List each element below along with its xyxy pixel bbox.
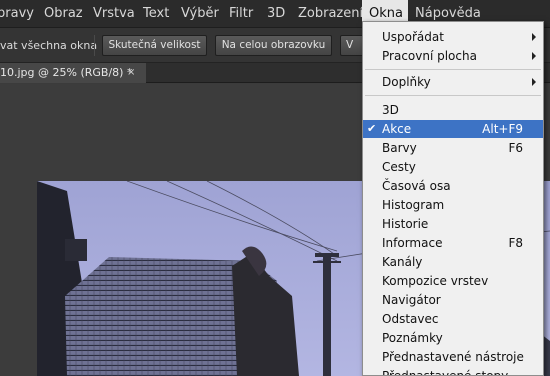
- menu-item-navigator[interactable]: Navigátor: [363, 291, 543, 309]
- menu-filtr[interactable]: Filtr: [229, 0, 253, 28]
- submenu-arrow-icon: [532, 33, 536, 41]
- close-icon[interactable]: ×: [127, 63, 135, 83]
- menu-item-barvy[interactable]: Barvy F6: [363, 139, 543, 157]
- menu-obrazy-partial[interactable]: bravy: [0, 0, 34, 28]
- menu-item-kanaly[interactable]: Kanály: [363, 253, 543, 271]
- checkmark-icon: ✔: [367, 122, 377, 135]
- document-tab-title: 10.jpg @ 25% (RGB/8) *: [0, 66, 133, 79]
- fit-all-windows-label[interactable]: vat všechna okna: [0, 28, 97, 63]
- menu-item-kompozice-vrstev[interactable]: Kompozice vrstev: [363, 272, 543, 290]
- menu-item-doplnky[interactable]: Doplňky: [363, 73, 543, 91]
- menu-separator: [365, 95, 541, 96]
- submenu-arrow-icon: [532, 52, 536, 60]
- menu-item-prednastavene-nastroje[interactable]: Přednastavené nástroje: [363, 348, 543, 366]
- menu-separator: [365, 69, 541, 70]
- menu-item-informace[interactable]: Informace F8: [363, 234, 543, 252]
- shortcut-barvy: F6: [508, 141, 523, 155]
- okna-dropdown-menu: Uspořádat Pracovní plocha Doplňky 3D ✔ A…: [362, 21, 544, 376]
- menu-vrstva[interactable]: Vrstva: [93, 0, 135, 28]
- options-divider: [94, 35, 95, 56]
- menu-item-akce[interactable]: ✔ Akce Alt+F9: [363, 120, 543, 138]
- menu-item-prednastavene-stopy[interactable]: Přednastavené stopy: [363, 367, 543, 375]
- menu-zobrazeni[interactable]: Zobrazení: [298, 0, 363, 28]
- menu-item-historie[interactable]: Historie: [363, 215, 543, 233]
- menu-item-odstavec[interactable]: Odstavec: [363, 310, 543, 328]
- menu-item-casova-osa[interactable]: Časová osa: [363, 177, 543, 195]
- document-tab[interactable]: 10.jpg @ 25% (RGB/8) * ×: [0, 63, 146, 83]
- menu-item-poznamky[interactable]: Poznámky: [363, 329, 543, 347]
- menu-item-cesty[interactable]: Cesty: [363, 158, 543, 176]
- submenu-arrow-icon: [532, 78, 536, 86]
- fit-screen-button[interactable]: Na celou obrazovku: [215, 35, 332, 56]
- menu-item-3d[interactable]: 3D: [363, 101, 543, 119]
- menu-item-pracovni-plocha[interactable]: Pracovní plocha: [363, 47, 543, 65]
- menu-vyber[interactable]: Výběr: [181, 0, 219, 28]
- shortcut-informace: F8: [508, 236, 523, 250]
- menu-3d[interactable]: 3D: [267, 0, 285, 28]
- menu-item-histogram[interactable]: Histogram: [363, 196, 543, 214]
- menu-item-usporadat[interactable]: Uspořádat: [363, 28, 543, 46]
- shortcut-akce: Alt+F9: [482, 122, 523, 136]
- menu-obraz[interactable]: Obraz: [44, 0, 83, 28]
- menu-text[interactable]: Text: [143, 0, 169, 28]
- actual-pixels-button[interactable]: Skutečná velikost: [102, 35, 207, 56]
